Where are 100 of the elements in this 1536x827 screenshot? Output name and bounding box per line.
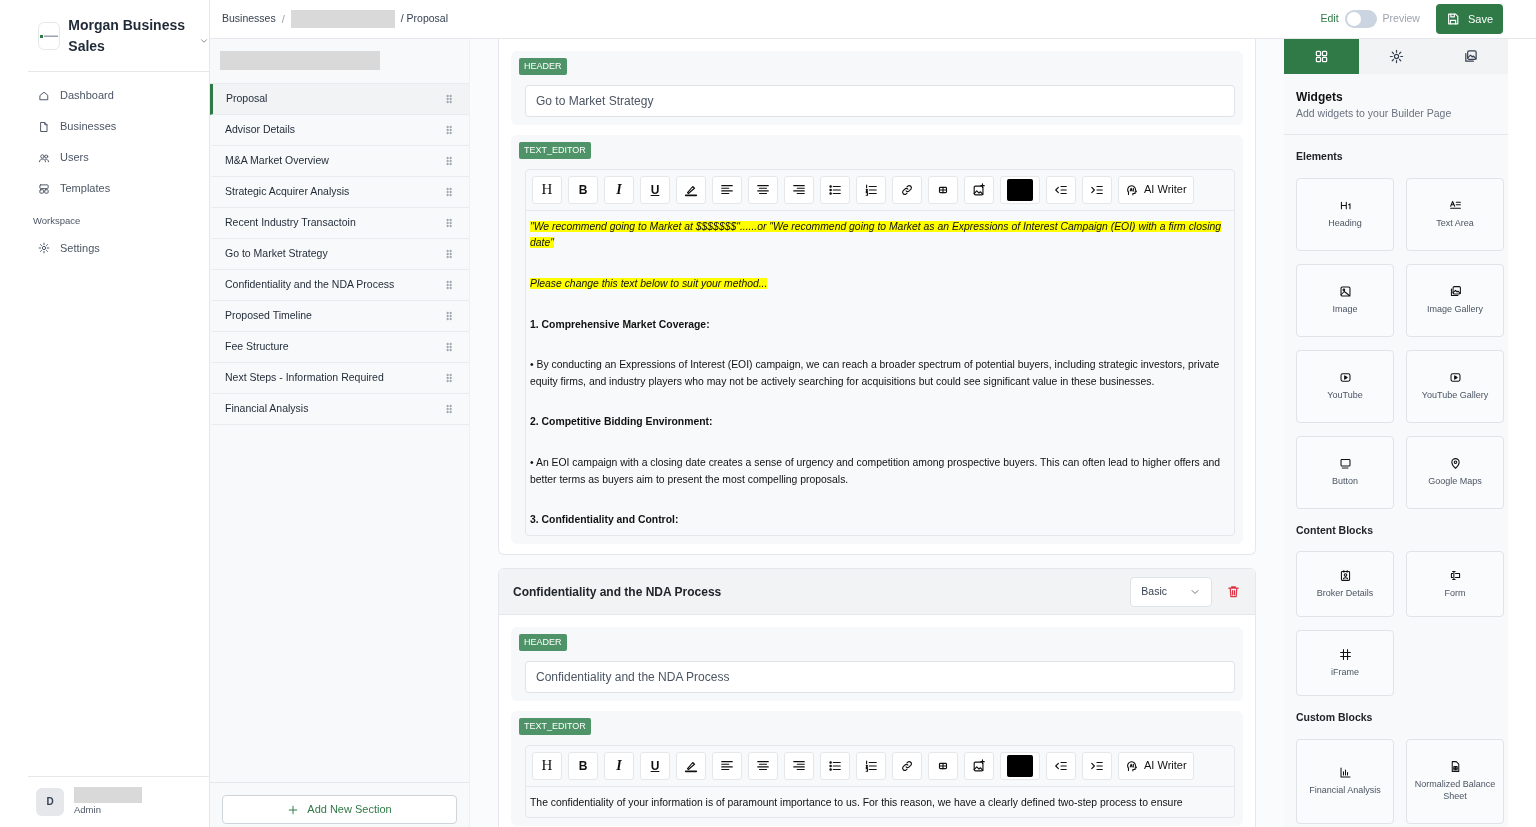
paragraph: The confidentiality of your information is of paramount importance to us. For this reason, we have a clearly defined two-step process to ensure <box>530 795 1184 810</box>
table-button[interactable] <box>928 175 958 204</box>
align-left-button[interactable] <box>712 751 742 780</box>
gallery-icon <box>1448 284 1462 298</box>
text-color-button[interactable] <box>1000 175 1040 204</box>
highlighted-text: Please change this text below to suit your method... <box>530 276 769 291</box>
mode-label: Preview <box>1382 11 1420 27</box>
ai-writer-button[interactable]: AI Writer <box>1118 751 1194 780</box>
align-center-icon <box>756 758 770 773</box>
image-button[interactable] <box>964 751 994 780</box>
bullets-button[interactable] <box>820 751 850 780</box>
breadcrumb-current: / Proposal <box>400 11 449 27</box>
underline-button[interactable]: U <box>640 175 670 204</box>
outdent-button[interactable] <box>1046 751 1076 780</box>
align-center-button[interactable] <box>748 751 778 780</box>
heading-button[interactable]: H <box>532 751 562 780</box>
section-label: Workspace <box>32 214 82 228</box>
nav-link[interactable]: Users <box>28 142 209 173</box>
drag-handle-icon <box>443 403 455 415</box>
header-input[interactable]: Go to Market Strategy <box>525 84 1235 117</box>
panel-tab[interactable] <box>1358 39 1434 74</box>
ai-writer-button[interactable]: AI Writer <box>1118 175 1194 204</box>
widget-tile[interactable]: Broker Details <box>1296 551 1394 618</box>
breadcrumb-link[interactable]: Businesses <box>222 11 276 27</box>
heading-button[interactable]: H <box>532 175 562 204</box>
widget-tile[interactable]: YouTube <box>1296 349 1394 423</box>
nav-link[interactable]: Templates <box>28 173 209 204</box>
widget-tile[interactable]: Google Maps <box>1406 435 1504 509</box>
text-color-button[interactable] <box>1000 751 1040 780</box>
section-item[interactable]: Proposal <box>210 84 469 115</box>
section-item[interactable]: Proposed Timeline <box>210 301 469 332</box>
paragraph-heading: 1. Comprehensive Market Coverage: <box>530 317 711 332</box>
align-right-icon <box>792 182 806 197</box>
section-item[interactable]: Advisor Details <box>210 115 469 146</box>
section-item[interactable]: Recent Industry Transactoin <box>210 208 469 239</box>
widget-tile[interactable]: Image <box>1296 263 1394 337</box>
grid-icon <box>1313 49 1329 64</box>
widget-tile[interactable]: Heading <box>1296 177 1394 251</box>
underline-button[interactable]: U <box>640 751 670 780</box>
panel-tab[interactable] <box>1433 39 1508 74</box>
highlight-button[interactable] <box>676 751 706 780</box>
widget-tile[interactable]: Normalized Balance Sheet <box>1406 739 1504 824</box>
settings-icon <box>1388 49 1404 64</box>
table-button[interactable] <box>928 751 958 780</box>
nav-link[interactable]: Dashboard <box>28 80 209 111</box>
align-center-button[interactable] <box>748 175 778 204</box>
section-item[interactable]: Strategic Acquirer Analysis <box>210 177 469 208</box>
preview-toggle[interactable] <box>1344 10 1377 28</box>
section-item[interactable]: Go to Market Strategy <box>210 239 469 270</box>
image-button[interactable] <box>964 175 994 204</box>
paragraph-heading: 2. Competitive Bidding Environment: <box>530 415 714 430</box>
align-center-icon <box>756 182 770 197</box>
hash-icon <box>1338 647 1352 661</box>
link-button[interactable] <box>892 175 922 204</box>
italic-button[interactable]: I <box>604 175 634 204</box>
link-button[interactable] <box>892 751 922 780</box>
text-cursor-icon <box>1448 568 1462 582</box>
nav-link[interactable]: Businesses <box>28 111 209 142</box>
widget-tile[interactable]: YouTube Gallery <box>1406 349 1504 423</box>
nav-link[interactable]: Settings <box>28 232 209 264</box>
italic-button[interactable]: I <box>604 751 634 780</box>
layout-select[interactable]: Basic <box>1130 576 1212 607</box>
add-section-button[interactable]: Add New Section <box>222 795 457 824</box>
bullets-button[interactable] <box>820 175 850 204</box>
ai-head-icon <box>1125 182 1139 197</box>
drag-handle-icon <box>443 93 455 105</box>
align-right-button[interactable] <box>784 175 814 204</box>
save-button[interactable]: Save <box>1435 4 1503 34</box>
section-item[interactable]: Next Steps - Information Required <box>210 363 469 394</box>
numbers-button[interactable] <box>856 751 886 780</box>
group-title: Custom Blocks <box>1296 710 1374 726</box>
section-item[interactable]: Financial Analysis <box>210 394 469 425</box>
header-input[interactable]: Confidentiality and the NDA Process <box>525 660 1235 693</box>
align-right-icon <box>792 758 806 773</box>
image-add-icon <box>972 182 986 197</box>
widget-tile[interactable]: Text Area <box>1406 177 1504 251</box>
brand-name: Morgan Business Sales <box>68 15 186 56</box>
widget-tile[interactable]: Financial Analysis <box>1296 739 1394 824</box>
widget-tile[interactable]: Button <box>1296 435 1394 509</box>
indent-button[interactable] <box>1082 175 1112 204</box>
paragraph-heading: 3. Confidentiality and Control: <box>530 513 680 528</box>
widget-tile[interactable]: Form <box>1406 551 1504 618</box>
align-left-button[interactable] <box>712 175 742 204</box>
widget-tile[interactable]: Image Gallery <box>1406 263 1504 337</box>
section-item[interactable]: M&A Market Overview <box>210 146 469 177</box>
indent-button[interactable] <box>1082 751 1112 780</box>
link-icon <box>900 758 914 773</box>
section-item[interactable]: Fee Structure <box>210 332 469 363</box>
align-right-button[interactable] <box>784 751 814 780</box>
numbers-button[interactable] <box>856 175 886 204</box>
bullet-list-icon <box>828 182 842 197</box>
highlight-button[interactable] <box>676 175 706 204</box>
bold-button[interactable]: B <box>568 751 598 780</box>
bold-button[interactable]: B <box>568 175 598 204</box>
widget-tile[interactable]: iFrame <box>1296 630 1394 697</box>
users-icon <box>38 151 50 164</box>
section-item[interactable]: Confidentiality and the NDA Process <box>210 270 469 301</box>
outdent-button[interactable] <box>1046 175 1076 204</box>
drag-handle-icon <box>443 155 455 167</box>
panel-tab[interactable] <box>1284 39 1359 74</box>
